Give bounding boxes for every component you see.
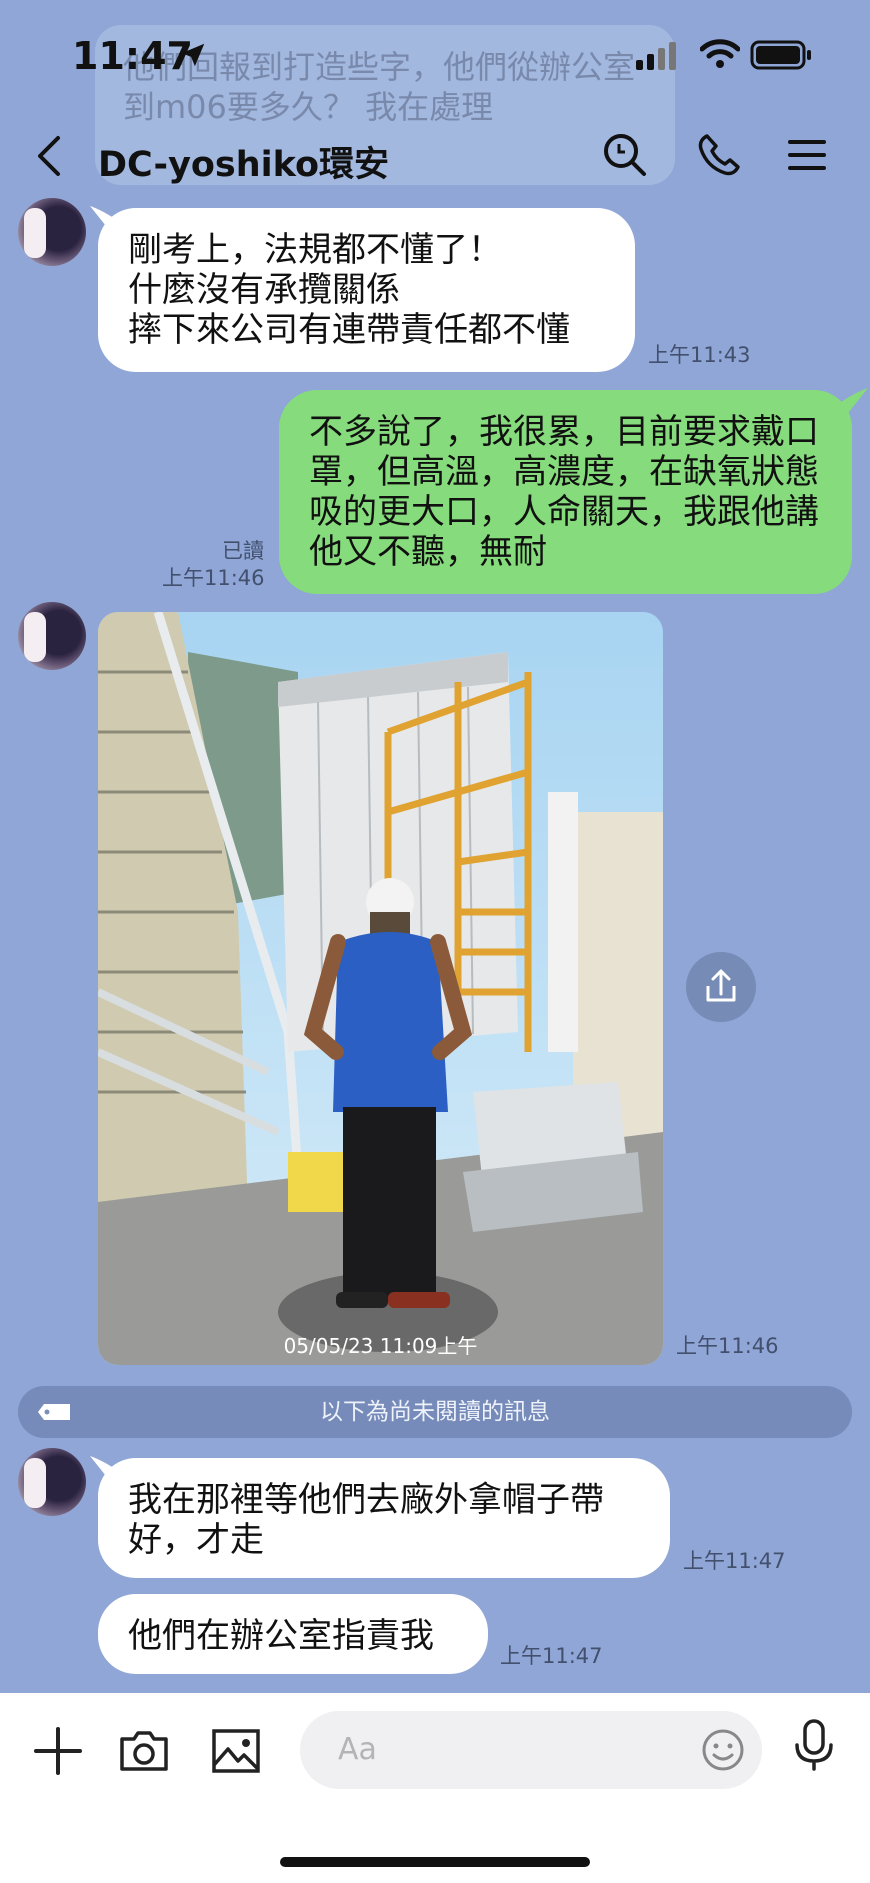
read-receipt: 已讀 <box>222 539 264 563</box>
chat-header: DC-yoshiko環安 <box>0 110 870 200</box>
unread-label: 以下為尚未閱讀的訊息 <box>320 1399 550 1425</box>
battery-icon <box>750 40 811 70</box>
phone-icon[interactable] <box>693 130 743 180</box>
share-button[interactable] <box>686 952 756 1022</box>
emoji-icon[interactable] <box>700 1727 746 1773</box>
tag-icon <box>38 1404 70 1420</box>
back-arrow-icon[interactable] <box>30 132 70 180</box>
input-bar: Aa <box>0 1693 870 1883</box>
unread-divider: 以下為尚未閱讀的訊息 <box>18 1386 852 1438</box>
share-icon <box>706 969 736 1002</box>
message-bubble[interactable]: 剛考上，法規都不懂了！ 什麼沒有承攬關係 摔下來公司有連帶責任都不懂 <box>98 208 635 372</box>
status-time: 11:47 <box>72 34 193 78</box>
avatar[interactable] <box>18 198 86 266</box>
message-time: 上午11:46 <box>162 566 265 590</box>
camera-icon[interactable] <box>116 1723 172 1779</box>
menu-icon[interactable] <box>782 130 832 180</box>
photo-message[interactable]: 05/05/23 11:09上午 <box>98 612 663 1365</box>
cellular-signal-icon <box>636 42 676 70</box>
message-bubble[interactable]: 他們在辦公室指責我 <box>98 1594 488 1674</box>
plus-icon[interactable] <box>30 1723 86 1779</box>
message-time: 上午11:46 <box>676 1334 779 1358</box>
search-icon[interactable] <box>600 130 650 180</box>
message-time: 上午11:47 <box>683 1549 786 1573</box>
input-placeholder: Aa <box>338 1732 377 1767</box>
message-bubble[interactable]: 不多說了，我很累，目前要求戴口罩，但高溫，高濃度，在缺氧狀態吸的更大口，人命關天… <box>279 390 852 594</box>
message-bubble[interactable]: 我在那裡等他們去廠外拿帽子帶好，才走 <box>98 1458 670 1578</box>
location-arrow-icon <box>181 43 205 67</box>
chat-title: DC-yoshiko環安 <box>98 145 390 185</box>
home-indicator <box>280 1857 590 1867</box>
microphone-icon[interactable] <box>786 1717 842 1773</box>
message-time: 上午11:47 <box>500 1644 603 1668</box>
wifi-icon <box>700 39 740 68</box>
photo-image <box>98 612 663 1365</box>
photo-timestamp: 05/05/23 11:09上午 <box>283 1334 478 1358</box>
message-input[interactable]: Aa <box>300 1711 762 1789</box>
status-bar: 11:47 <box>0 0 870 110</box>
avatar[interactable] <box>18 1448 86 1516</box>
message-time: 上午11:43 <box>648 343 751 367</box>
avatar[interactable] <box>18 602 86 670</box>
image-icon[interactable] <box>208 1723 264 1779</box>
